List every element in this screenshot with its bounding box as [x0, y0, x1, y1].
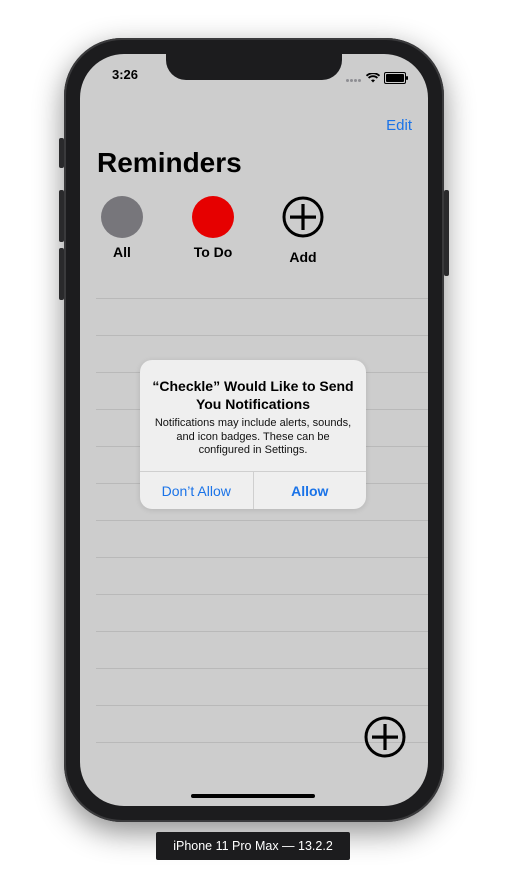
list-separator — [96, 631, 428, 632]
category-to-do[interactable]: To Do — [183, 196, 243, 260]
list-separator — [96, 335, 428, 336]
category-label: All — [113, 244, 131, 260]
list-separator — [96, 298, 428, 299]
notification-permission-alert: “Checkle” Would Like to Send You Notific… — [140, 360, 366, 509]
allow-button[interactable]: Allow — [252, 472, 367, 509]
all-category-circle-icon — [101, 196, 143, 238]
cellular-signal-icon — [346, 69, 362, 87]
category-label: Add — [289, 249, 317, 265]
list-separator — [96, 668, 428, 669]
page-title: Reminders — [97, 147, 242, 178]
home-indicator[interactable] — [191, 794, 315, 798]
to-do-category-circle-icon — [192, 196, 234, 238]
add-reminder-fab-plus-circle-icon[interactable] — [364, 716, 406, 758]
alert-actions: Don’t Allow Allow — [140, 471, 366, 509]
alert-title: “Checkle” Would Like to Send You Notific… — [152, 378, 354, 412]
notch — [166, 54, 342, 80]
screen: 3:26 Edit Reminders All To Do Add “Check… — [80, 54, 428, 806]
volume-down-button — [59, 248, 64, 300]
category-add[interactable]: Add — [273, 196, 333, 265]
status-time: 3:26 — [112, 67, 139, 82]
dont-allow-button[interactable]: Don’t Allow — [140, 472, 253, 509]
alert-message: Notifications may include alerts, sounds… — [154, 417, 352, 456]
mute-switch — [59, 138, 64, 168]
device-frame: 3:26 Edit Reminders All To Do Add “Check… — [59, 38, 449, 822]
power-button — [444, 190, 449, 276]
status-icons — [346, 69, 408, 87]
category-label: To Do — [193, 244, 233, 260]
category-all[interactable]: All — [92, 196, 152, 260]
wifi-icon — [366, 73, 380, 83]
list-separator — [96, 557, 428, 558]
edit-button[interactable]: Edit — [386, 117, 412, 134]
volume-up-button — [59, 190, 64, 242]
list-separator — [96, 705, 428, 706]
battery-icon — [384, 72, 408, 84]
list-separator — [96, 594, 428, 595]
list-separator — [96, 520, 428, 521]
plus-circle-icon — [282, 196, 324, 238]
simulator-device-label: iPhone 11 Pro Max — 13.2.2 — [156, 832, 350, 860]
